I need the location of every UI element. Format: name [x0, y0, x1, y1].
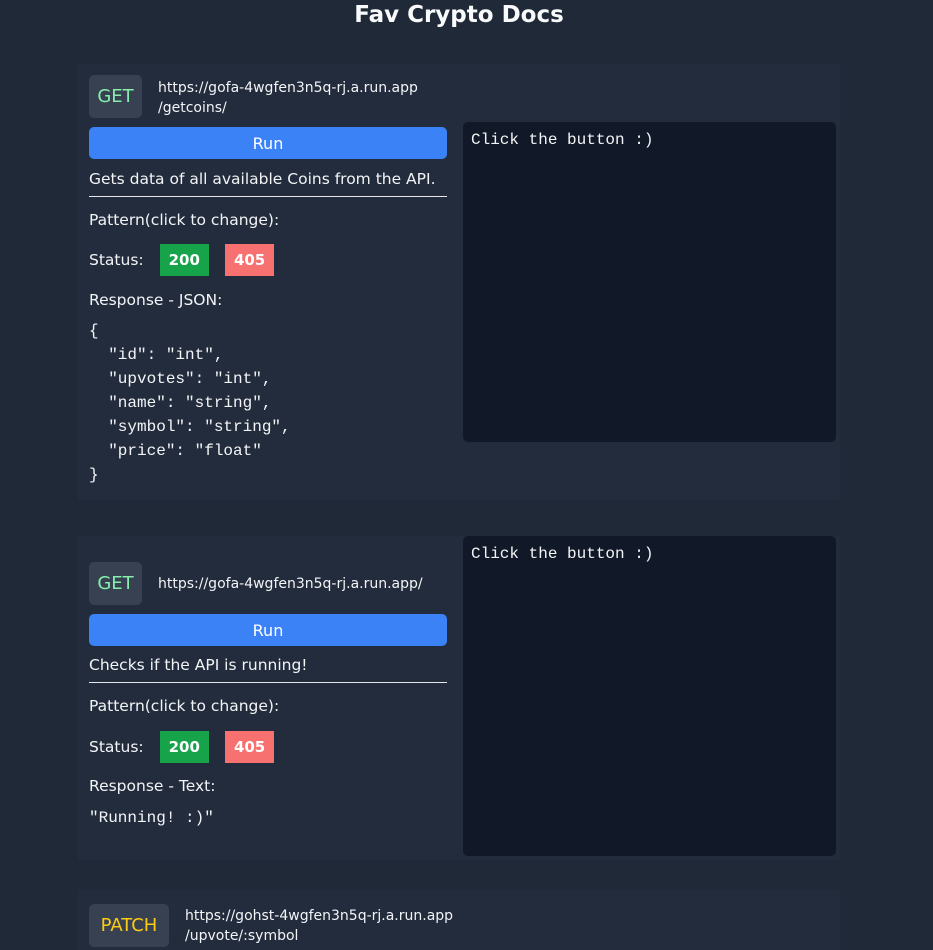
endpoint-url: https://gofa-4wgfen3n5q-rj.a.run.app/	[158, 576, 423, 592]
response-schema: { "id": "int", "upvotes": "int", "name":…	[89, 322, 291, 484]
endpoint-url: https://gofa-4wgfen3n5q-rj.a.run.app /ge…	[158, 78, 418, 118]
status-200-badge[interactable]: 200	[159, 244, 209, 276]
endpoint-url-host: https://gofa-4wgfen3n5q-rj.a.run.app	[158, 80, 418, 96]
endpoint-card-upvote: PATCH https://gohst-4wgfen3n5q-rj.a.run.…	[78, 890, 840, 950]
run-button[interactable]: Run	[89, 614, 447, 646]
page-title: Fav Crypto Docs	[354, 2, 564, 28]
response-title: Response - Text:	[89, 777, 216, 795]
endpoint-url-path: /getcoins/	[158, 100, 227, 116]
endpoint-card-getcoins: GET https://gofa-4wgfen3n5q-rj.a.run.app…	[78, 64, 840, 500]
response-title: Response - JSON:	[89, 291, 223, 309]
output-console: Click the button :)	[463, 122, 836, 442]
endpoint-url: https://gohst-4wgfen3n5q-rj.a.run.app /u…	[185, 906, 453, 946]
response-text: "Running! :)"	[89, 809, 214, 827]
status-row: Status: 200 405	[89, 731, 290, 763]
status-label: Status:	[89, 251, 144, 269]
status-label: Status:	[89, 738, 144, 756]
run-button[interactable]: Run	[89, 127, 447, 159]
method-badge: PATCH	[89, 904, 169, 947]
endpoint-card-health: Click the button :) GET https://gofa-4wg…	[78, 536, 840, 860]
endpoint-url-path: /upvote/:symbol	[185, 928, 299, 944]
status-row: Status: 200 405	[89, 244, 290, 276]
method-badge: GET	[89, 75, 142, 118]
output-console: Click the button :)	[463, 536, 836, 856]
pattern-toggle[interactable]: Pattern(click to change):	[89, 697, 279, 715]
status-200-badge[interactable]: 200	[159, 731, 209, 763]
endpoint-url-host: https://gohst-4wgfen3n5q-rj.a.run.app	[185, 908, 454, 924]
pattern-toggle[interactable]: Pattern(click to change):	[89, 211, 279, 229]
status-405-badge[interactable]: 405	[224, 244, 275, 276]
status-405-badge[interactable]: 405	[224, 731, 275, 763]
endpoint-description: Checks if the API is running!	[89, 656, 447, 683]
endpoint-description: Gets data of all available Coins from th…	[89, 170, 447, 197]
method-badge: GET	[89, 562, 142, 605]
